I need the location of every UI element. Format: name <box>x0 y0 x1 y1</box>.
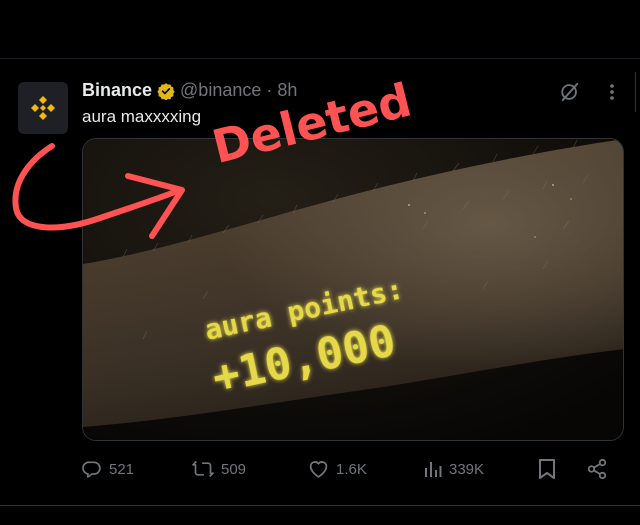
timestamp[interactable]: 8h <box>277 80 297 101</box>
more-icon <box>610 84 614 100</box>
views-count: 339K <box>449 460 485 478</box>
tweet-header: Binance @binance · 8h <box>82 80 297 101</box>
tweet-text: aura maxxxxing <box>82 107 202 126</box>
repost-count: 509 <box>221 460 247 478</box>
reply-button[interactable]: 521 <box>82 455 134 483</box>
share-icon <box>587 458 607 480</box>
bookmark-icon <box>539 459 555 479</box>
views-icon <box>425 462 442 477</box>
separator-dot: · <box>266 80 273 100</box>
binance-logo-icon <box>31 96 55 120</box>
reply-icon <box>82 461 101 478</box>
grok-icon <box>561 82 579 102</box>
like-button[interactable]: 1.6K <box>308 455 367 483</box>
grok-button[interactable] <box>556 80 584 104</box>
verified-badge-icon[interactable] <box>157 82 175 100</box>
repost-icon <box>192 460 214 478</box>
reply-count: 521 <box>109 460 135 478</box>
more-button[interactable] <box>602 80 622 104</box>
bookmark-button[interactable] <box>538 455 556 483</box>
share-button[interactable] <box>586 455 608 483</box>
like-icon <box>309 461 328 478</box>
tweet-actions: 521 509 1.6K 339K <box>82 455 622 483</box>
views-button[interactable]: 339K <box>424 455 484 483</box>
top-divider <box>0 58 640 59</box>
bottom-divider <box>0 505 640 506</box>
author-handle[interactable]: @binance <box>180 80 261 101</box>
like-count: 1.6K <box>336 460 367 478</box>
repost-button[interactable]: 509 <box>192 455 246 483</box>
media-image: aura points: +10,000 <box>83 139 623 440</box>
tweet-media[interactable]: aura points: +10,000 <box>82 138 624 441</box>
avatar[interactable] <box>18 82 68 134</box>
author-name[interactable]: Binance <box>82 80 152 101</box>
scrollbar-edge[interactable] <box>635 72 640 112</box>
